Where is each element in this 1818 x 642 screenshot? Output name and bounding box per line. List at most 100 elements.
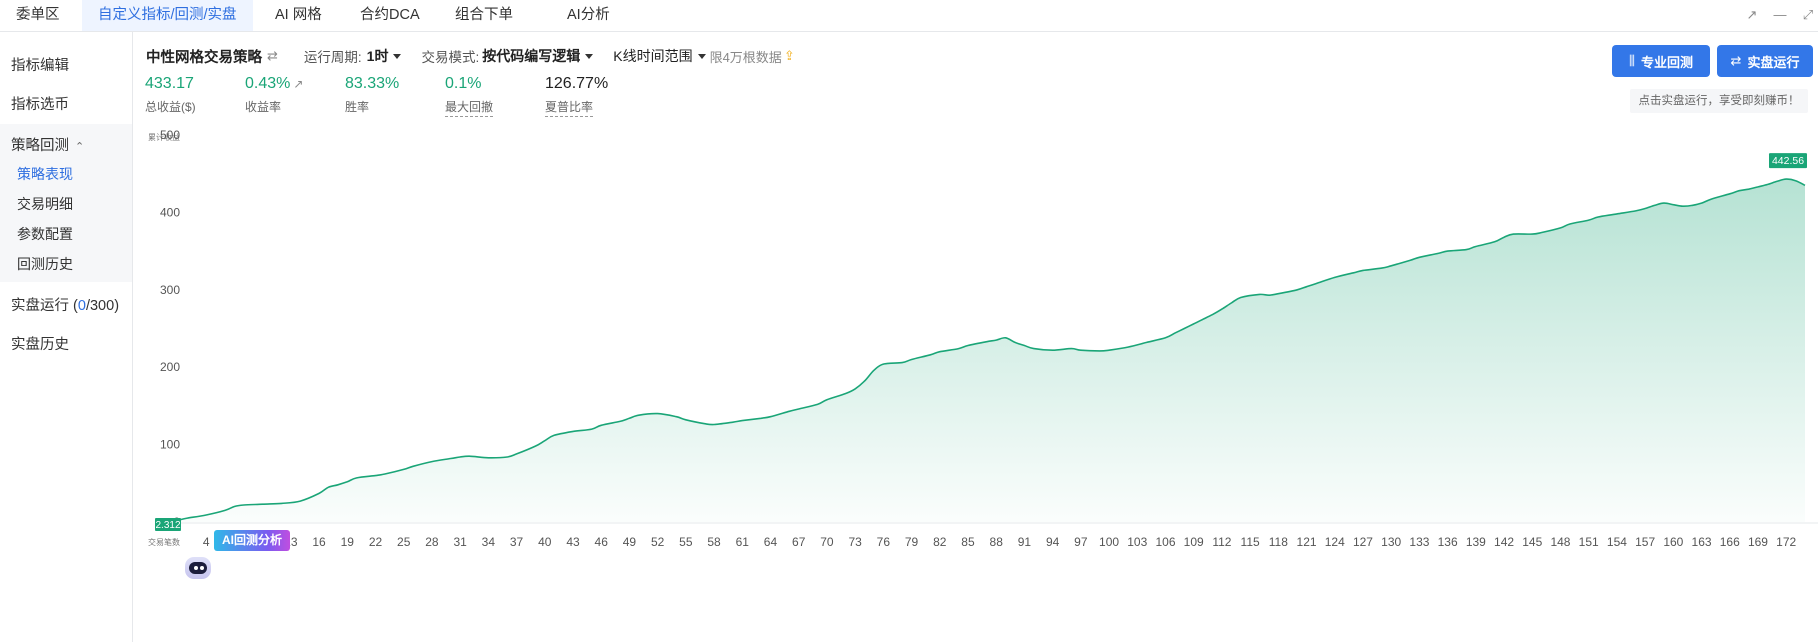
tab-ai-grid[interactable]: AI 网格 [259, 0, 338, 31]
sidebar-sub-param-config[interactable]: 参数配置 [17, 224, 73, 244]
metric-sharpe-value: 126.77% [545, 75, 609, 92]
metric-total-profit: 433.17 总收益($) [145, 75, 196, 114]
x-tick-label: 88 [990, 535, 1004, 549]
x-tick-label: 157 [1635, 535, 1655, 549]
x-tick-label: 136 [1438, 535, 1458, 549]
caret-down-icon[interactable] [697, 53, 706, 59]
live-run-counter: (0/300) [73, 298, 119, 314]
x-tick-label: 64 [764, 535, 778, 549]
tab-custom-indicator[interactable]: 自定义指标/回测/实盘 [82, 0, 253, 31]
metric-win-rate-value: 83.33% [345, 75, 400, 92]
metric-sharpe-label[interactable]: 夏普比率 [545, 98, 594, 117]
x-tick-label: 19 [341, 535, 355, 549]
tab-orders[interactable]: 委单区 [0, 0, 76, 31]
window-controls: ↗ — ⤢ [1744, 7, 1816, 23]
live-run-button[interactable]: ⇄ 实盘运行 [1717, 45, 1813, 77]
minimize-icon[interactable]: — [1772, 7, 1788, 23]
strategy-name[interactable]: 中性网格交易策略 [146, 46, 262, 67]
metric-win-rate: 83.33% 胜率 [345, 75, 400, 114]
sidebar-sub-performance[interactable]: 策略表现 [17, 164, 73, 184]
swap-arrows-icon: ⇄ [1730, 53, 1742, 68]
x-tick-label: 4 [203, 535, 210, 549]
y-tick-label: 300 [160, 283, 180, 297]
sidebar-item-live-run[interactable]: 实盘运行 (0/300) [11, 294, 119, 315]
metric-total-profit-value: 433.17 [145, 75, 194, 92]
x-tick-label: 121 [1297, 535, 1317, 549]
first-value-badge: 2.312 [155, 518, 181, 531]
sidebar-item-indicator-pick[interactable]: 指标选币 [11, 93, 69, 114]
sidebar-sub-trade-details[interactable]: 交易明细 [17, 194, 73, 214]
live-run-total: /300 [85, 298, 115, 314]
mode-select[interactable]: 按代码编写逻辑 [482, 46, 580, 66]
x-tick-label: 169 [1748, 535, 1768, 549]
mode-label: 交易模式: [421, 50, 480, 65]
caret-down-icon[interactable] [585, 53, 594, 59]
x-tick-label: 133 [1409, 535, 1429, 549]
sidebar-item-live-history[interactable]: 实盘历史 [11, 333, 69, 354]
metric-return-rate-label: 收益率 [245, 100, 282, 114]
x-tick-label: 163 [1692, 535, 1712, 549]
sidebar-item-backtest[interactable]: 策略回测 ⌃ [11, 134, 84, 155]
kline-range-select[interactable]: K线时间范围 [613, 46, 692, 66]
share-icon[interactable]: ↗ [293, 77, 303, 91]
x-tick-label: 139 [1466, 535, 1486, 549]
sliders-icon: ⫼ [1629, 53, 1635, 68]
x-tick-label: 109 [1184, 535, 1204, 549]
metric-max-drawdown: 0.1% 最大回撤 [445, 75, 494, 117]
expand-icon[interactable]: ⤢ [1800, 7, 1816, 23]
period-label: 运行周期: [303, 50, 362, 65]
x-tick-label: 100 [1099, 535, 1119, 549]
ai-robot-icon[interactable] [183, 553, 213, 581]
x-tick-label: 49 [623, 535, 637, 549]
x-tick-label: 43 [566, 535, 580, 549]
sidebar-sub-backtest-history[interactable]: 回测历史 [17, 254, 73, 274]
pro-backtest-label: 专业回测 [1640, 54, 1693, 70]
caret-down-icon[interactable] [393, 53, 402, 59]
popout-icon[interactable]: ↗ [1744, 7, 1760, 23]
pro-backtest-button[interactable]: ⫼ 专业回测 [1612, 45, 1710, 77]
y-tick-label: 100 [160, 438, 180, 452]
tab-ai-analysis[interactable]: AI分析 [551, 0, 626, 31]
x-axis-label: 交易笔数 [148, 537, 180, 547]
x-tick-label: 16 [312, 535, 326, 549]
metric-sharpe: 126.77% 夏普比率 [545, 75, 609, 117]
x-tick-label: 145 [1522, 535, 1542, 549]
x-tick-label: 127 [1353, 535, 1373, 549]
metric-return-rate-value: 0.43% ↗ [245, 75, 303, 93]
tab-combo-order[interactable]: 组合下单 [439, 0, 529, 31]
metric-win-rate-label: 胜率 [345, 100, 370, 114]
swap-icon[interactable]: ⇄ [267, 48, 278, 64]
period-select[interactable]: 1时 [367, 46, 389, 66]
metric-return-rate-number: 0.43% [245, 75, 291, 92]
chevron-up-icon: ⌃ [75, 141, 85, 153]
x-tick-label: 76 [877, 535, 891, 549]
sidebar-item-backtest-label: 策略回测 [11, 138, 69, 154]
upgrade-crown-icon[interactable]: ⇪ [784, 48, 795, 64]
metric-total-profit-label: 总收益($) [145, 100, 196, 114]
x-tick-label: 46 [595, 535, 609, 549]
x-tick-label: 79 [905, 535, 919, 549]
x-tick-label: 106 [1155, 535, 1175, 549]
x-tick-label: 124 [1325, 535, 1345, 549]
tab-contract-dca[interactable]: 合约DCA [344, 0, 436, 31]
strategy-settings-row: 中性网格交易策略 ⇄ 运行周期: 1时 交易模式: 按代码编写逻辑 K线时间范围… [146, 46, 795, 66]
max-value-label: 442.56 [1772, 155, 1804, 167]
profit-chart-svg: 累计收益0100200300400500 交易笔数471013161922252… [148, 130, 1818, 549]
metric-max-drawdown-label[interactable]: 最大回撤 [445, 98, 494, 117]
live-run-count: 0 [77, 298, 86, 314]
x-tick-label: 58 [707, 535, 721, 549]
x-tick-label: 94 [1046, 535, 1060, 549]
x-tick-label: 70 [820, 535, 834, 549]
max-value-badge: 442.56 [1769, 153, 1807, 169]
sidebar-item-indicator-edit[interactable]: 指标编辑 [11, 54, 69, 75]
x-tick-label: 52 [651, 535, 665, 549]
x-tick-label: 142 [1494, 535, 1514, 549]
x-tick-label: 118 [1269, 535, 1288, 549]
sidebar-group-backtest: 策略回测 ⌃ 策略表现 交易明细 参数配置 回测历史 [0, 124, 132, 282]
sidebar: 指标编辑 指标选币 策略回测 ⌃ 策略表现 交易明细 参数配置 回测历史 实盘运行… [0, 32, 133, 642]
x-tick-label: 61 [736, 535, 750, 549]
x-tick-label: 103 [1127, 535, 1147, 549]
ai-backtest-analysis-button[interactable]: AI回测分析 [214, 530, 291, 551]
x-tick-label: 82 [933, 535, 947, 549]
x-tick-label: 172 [1776, 535, 1796, 549]
